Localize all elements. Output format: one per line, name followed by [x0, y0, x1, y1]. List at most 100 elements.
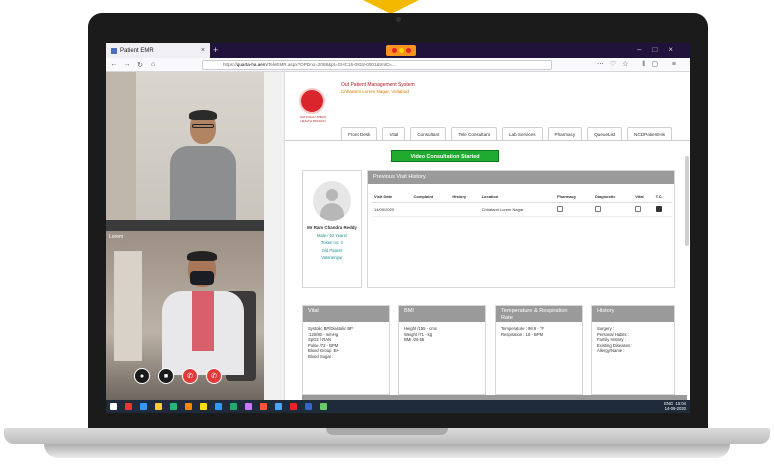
- system-tray: ENG 15:04 14-09-2020: [664, 401, 686, 411]
- diagnostic-icon[interactable]: [595, 205, 602, 212]
- new-tab-icon[interactable]: +: [213, 45, 218, 55]
- app-icon[interactable]: [245, 403, 252, 410]
- video-participant-label: Lorem: [109, 234, 124, 240]
- col-history: History: [450, 192, 480, 203]
- app-icon[interactable]: [215, 403, 222, 410]
- bmi-card: BMI Height /155 - cms Weight /71 - kg BM…: [398, 305, 486, 395]
- scrollbar[interactable]: [685, 156, 689, 246]
- app-icon[interactable]: [140, 403, 147, 410]
- col-complaint: Complaint: [411, 192, 451, 203]
- history-card: History Surgery : Personal Habits : Fami…: [591, 305, 675, 395]
- hangup-icon[interactable]: ✆: [206, 368, 222, 384]
- app-icon[interactable]: [200, 403, 207, 410]
- logo-caption: NATIONAL URBAN HEALTH MISSION: [299, 115, 326, 123]
- url-domain: quarta-ha.aem: [236, 62, 267, 67]
- patient-token: Token no: 3: [321, 240, 343, 245]
- app-icon[interactable]: [320, 403, 327, 410]
- pointer-arrow-icon: [363, 0, 419, 14]
- app-icon[interactable]: [290, 403, 297, 410]
- teleconsult-icon[interactable]: [655, 205, 662, 212]
- participant-image: [158, 251, 248, 375]
- clock-date[interactable]: 14-09-2020: [665, 406, 686, 411]
- reload-icon[interactable]: ↻: [135, 61, 145, 69]
- laptop-mockup: Patient EMR × + –□× ← → ↻ ⌂ https://quar…: [0, 0, 774, 472]
- url-prefix: https://: [223, 62, 237, 67]
- col-tc: T.C.: [653, 192, 672, 203]
- col-visit-date: Visit Date: [372, 192, 412, 203]
- tab-divider: [285, 140, 690, 141]
- tab-ncd-patient-history[interactable]: NCDPatientHis: [627, 127, 673, 140]
- app-icon[interactable]: [125, 403, 132, 410]
- firefox-icon[interactable]: [185, 403, 192, 410]
- history-line: Allergy/Name :: [597, 348, 625, 354]
- main-tabs: Front Desk Vital Consultant Tele Consult…: [341, 127, 673, 140]
- history-card-title: History: [592, 306, 674, 322]
- url-path: /TeleEMR.aspx?OPDno=2068&pt=GHC16-0818-0…: [266, 62, 397, 67]
- laptop-base: [4, 428, 770, 462]
- laptop-screen: Patient EMR × + –□× ← → ↻ ⌂ https://quar…: [106, 43, 690, 413]
- col-pharmacy: Pharmacy: [554, 192, 594, 203]
- visit-date: 14/09/2020: [372, 202, 412, 217]
- app-icon[interactable]: [170, 403, 177, 410]
- temperature-card-title: Temperature & Respiration Rate: [496, 306, 582, 322]
- camera-icon[interactable]: ■: [158, 368, 174, 384]
- app-subtitle: Chhatarni Lorem Nagar, Vellabod: [341, 89, 409, 94]
- call-controls: ● ■ ✆ ✆: [134, 368, 222, 384]
- col-vital: Vital: [633, 192, 654, 203]
- browser-toolbar-icons[interactable]: ⋯♡☆ ⫴▢ ≡: [597, 60, 682, 69]
- col-diagnostic: Diagnostic: [593, 192, 634, 203]
- col-location: Location: [479, 192, 555, 203]
- vital-line: Blood Sugar :: [308, 353, 334, 359]
- patient-name: Mr Ram Chandra Reddy: [307, 225, 357, 230]
- folder-icon[interactable]: [155, 403, 162, 410]
- start-icon[interactable]: [110, 403, 117, 410]
- back-icon[interactable]: ←: [109, 61, 119, 68]
- app-icon[interactable]: [305, 403, 312, 410]
- browser-tab-title: Patient EMR: [120, 47, 154, 54]
- address-bar[interactable]: https://quarta-ha.aem/TeleEMR.aspx?OPDno…: [202, 60, 552, 70]
- visit-complaint: [411, 202, 451, 217]
- browser-nav-bar: ← → ↻ ⌂ https://quarta-ha.aem/TeleEMR.as…: [106, 58, 690, 72]
- browser-tab[interactable]: Patient EMR ×: [106, 43, 210, 58]
- favicon-icon: [111, 47, 117, 54]
- tab-front-desk[interactable]: Front Desk: [341, 127, 378, 140]
- app-icon[interactable]: [230, 403, 237, 410]
- video-consultation-button[interactable]: Video Consultation Started: [391, 150, 499, 162]
- table-header-row: Visit Date Complaint History Location Ph…: [372, 192, 672, 203]
- window-controls[interactable]: –□×: [637, 45, 684, 54]
- visit-table: Visit Date Complaint History Location Ph…: [372, 192, 672, 217]
- table-row[interactable]: 14/09/2020 Chhatarni Lorem Nagar: [372, 202, 672, 217]
- previous-visit-history: Previous Visit History Visit Date Compla…: [367, 170, 675, 288]
- mic-icon[interactable]: ●: [134, 368, 150, 384]
- recording-indicator: [386, 45, 416, 56]
- tab-pharmacy[interactable]: Pharmacy: [547, 127, 583, 140]
- participant-image: [168, 110, 238, 220]
- patient-gender-age: Male / 62 Years/: [316, 232, 348, 238]
- taskbar: ENG 15:04 14-09-2020: [106, 400, 690, 413]
- avatar: [313, 181, 351, 221]
- pharmacy-icon[interactable]: [556, 205, 563, 212]
- emr-application: NATIONAL URBAN HEALTH MISSION Out Patien…: [284, 72, 690, 400]
- forward-icon[interactable]: →: [122, 61, 132, 68]
- end-call-icon[interactable]: ✆: [182, 368, 198, 384]
- visit-history: [450, 202, 480, 217]
- app-icon[interactable]: [275, 403, 282, 410]
- vital-card: Vital Systolic BP/Diastolic BP :120/80 -…: [302, 305, 390, 395]
- close-tab-icon[interactable]: ×: [201, 47, 205, 54]
- patient-location: Vatsrampur: [321, 255, 343, 260]
- browser-tab-bar: Patient EMR × + –□×: [106, 43, 690, 58]
- tab-queuelist[interactable]: QueueList: [587, 127, 623, 140]
- respiration-line: Respiration : 16 - BPM: [501, 331, 544, 337]
- vital-icon[interactable]: [635, 205, 642, 212]
- app-icon[interactable]: [260, 403, 267, 410]
- nuhm-logo: [299, 88, 325, 114]
- patient-card: Mr Ram Chandra Reddy Male / 62 Years/ To…: [302, 170, 362, 288]
- tab-lab-services[interactable]: Lab Services: [501, 127, 543, 140]
- tab-tele-consultant[interactable]: Tele Consultant: [451, 127, 497, 140]
- home-icon[interactable]: ⌂: [148, 61, 158, 68]
- vital-card-title: Vital: [303, 306, 389, 322]
- visit-history-title: Previous Visit History: [368, 171, 674, 184]
- app-title: Out Patient Management System: [341, 82, 415, 88]
- tab-vital[interactable]: Vital: [382, 127, 406, 140]
- tab-consultant[interactable]: Consultant: [410, 127, 447, 140]
